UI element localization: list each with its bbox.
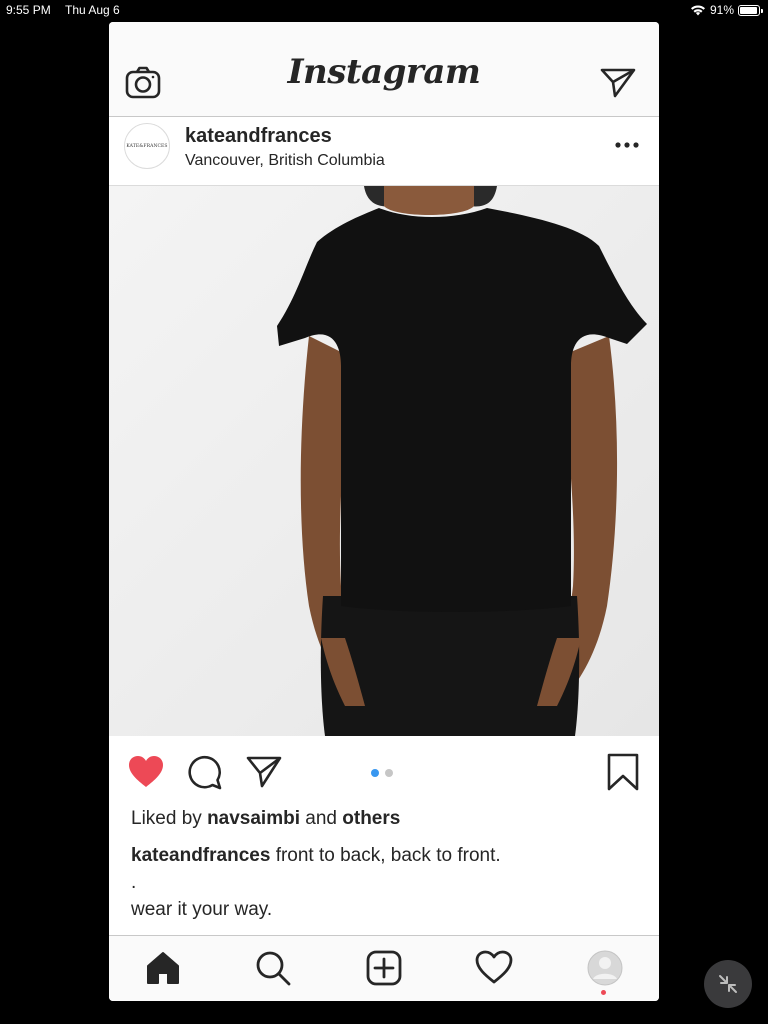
- instagram-logo: Instagram: [287, 52, 481, 92]
- avatar[interactable]: KATE&FRANCES: [124, 123, 170, 169]
- likes-others-link[interactable]: others: [342, 808, 400, 829]
- post-username[interactable]: kateandfrances: [185, 125, 332, 148]
- new-post-icon[interactable]: [362, 946, 406, 990]
- caption-text: wear it your way.: [131, 899, 273, 920]
- post-location[interactable]: Vancouver, British Columbia: [185, 152, 385, 170]
- direct-message-icon[interactable]: [599, 64, 637, 102]
- carousel-dot-active: [371, 769, 379, 777]
- caption-line: kateandfrances front to back, back to fr…: [131, 842, 651, 869]
- battery-icon: [738, 5, 763, 16]
- bottom-tab-bar: [109, 935, 659, 1001]
- more-options-icon[interactable]: [609, 130, 645, 160]
- top-navigation-bar: Instagram: [109, 22, 659, 117]
- post-image[interactable]: [109, 186, 659, 736]
- wifi-icon: [690, 4, 706, 19]
- like-heart-icon[interactable]: [127, 754, 165, 790]
- activity-icon[interactable]: [472, 946, 516, 990]
- bookmark-icon[interactable]: [603, 752, 643, 792]
- likes-summary: Liked by navsaimbi and others: [131, 808, 400, 830]
- home-icon[interactable]: [141, 946, 185, 990]
- caption-username[interactable]: kateandfrances: [131, 845, 270, 866]
- post-caption: kateandfrances front to back, back to fr…: [131, 842, 651, 923]
- caption-text: front to back, back to front.: [275, 845, 501, 866]
- profile-icon[interactable]: [583, 946, 627, 990]
- instagram-app-window: Instagram KATE&FRANCES kateandfrances Va…: [109, 22, 659, 1001]
- search-icon[interactable]: [251, 946, 295, 990]
- profile-notification-dot: [601, 990, 606, 995]
- carousel-indicator: [371, 769, 393, 777]
- share-icon[interactable]: [245, 754, 283, 790]
- caption-text: .: [131, 872, 137, 893]
- carousel-dot: [385, 769, 393, 777]
- post-header: KATE&FRANCES kateandfrances Vancouver, B…: [109, 118, 659, 186]
- status-time: 9:55 PM: [6, 3, 51, 17]
- comment-icon[interactable]: [187, 754, 223, 790]
- liked-by-user-link[interactable]: navsaimbi: [207, 808, 300, 829]
- status-bar: 9:55 PM Thu Aug 6 91%: [0, 0, 768, 20]
- avatar-logo-text: KATE&FRANCES: [126, 143, 168, 149]
- status-date: Thu Aug 6: [65, 3, 120, 17]
- battery-percentage: 91%: [710, 3, 735, 17]
- likes-prefix: Liked by: [131, 808, 202, 829]
- likes-joiner: and: [305, 808, 337, 829]
- collapse-arrows-icon[interactable]: [704, 960, 752, 1008]
